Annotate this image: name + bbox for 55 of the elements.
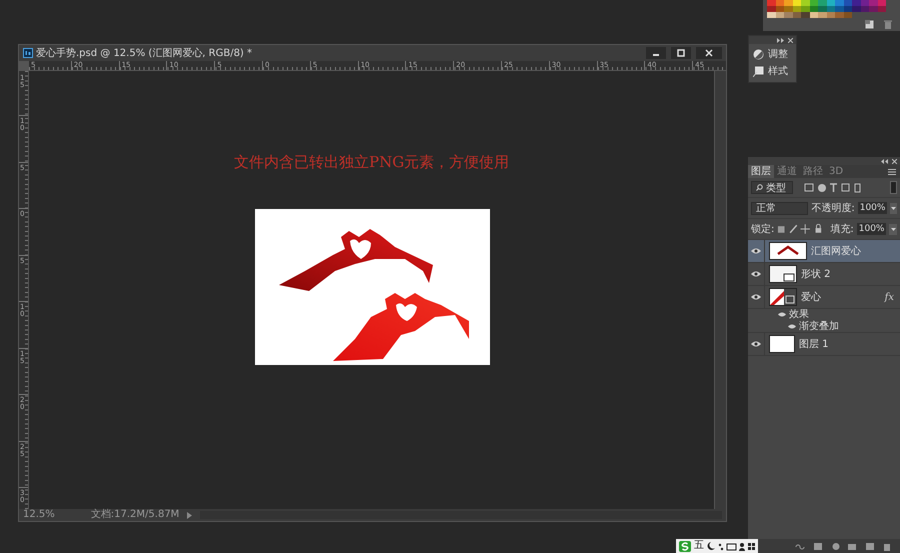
eye-icon[interactable] <box>778 312 786 317</box>
layer-thumbnail <box>769 265 797 283</box>
new-swatch-icon[interactable] <box>865 20 874 29</box>
fill-label: 填充: <box>830 222 854 236</box>
eye-icon[interactable] <box>751 341 761 347</box>
style-icon[interactable] <box>753 66 764 76</box>
eye-icon[interactable] <box>751 248 761 254</box>
layer-thumbnail <box>769 288 797 306</box>
layer-row[interactable]: 汇图网爱心 <box>748 240 900 263</box>
filter-dropdown[interactable]: 类型 <box>751 181 793 194</box>
layer-name: 爱心 <box>801 290 821 304</box>
canvas-caption: 文件内含已转出独立PNG元素，方便使用 <box>234 153 510 172</box>
swatch-grid-drawing[interactable] <box>763 0 900 31</box>
layer-name: 形状 2 <box>801 268 831 281</box>
opacity-field[interactable]: 100% <box>858 202 888 214</box>
lock-label: 锁定: <box>751 222 774 236</box>
toggle-icon[interactable] <box>890 181 897 194</box>
layer-row[interactable]: 爱心 fx <box>748 286 900 309</box>
close-icon <box>705 49 713 57</box>
minimize-button[interactable] <box>646 47 666 59</box>
effects-badge[interactable]: fx <box>884 292 894 302</box>
layer-row[interactable]: 图层 1 <box>748 333 900 356</box>
document-size: 文档:17.2M/5.87M <box>90 509 180 521</box>
panel-item-label[interactable]: 样式 <box>768 64 788 78</box>
layer-name: 图层 1 <box>799 338 829 351</box>
document-title: 爱心手势.psd @ 12.5% (汇图网爱心, RGB/8) * <box>36 46 252 60</box>
layer-row[interactable]: 形状 2 <box>748 263 900 286</box>
eye-icon[interactable] <box>751 294 761 300</box>
half-circle-icon[interactable] <box>753 48 764 60</box>
search-icon <box>756 184 763 191</box>
triangle-icon[interactable] <box>187 512 192 518</box>
ime-tools-drawing[interactable] <box>707 542 755 550</box>
blend-mode-dropdown[interactable]: 正常 <box>751 202 808 214</box>
panel-item-label[interactable]: 调整 <box>768 47 788 61</box>
fill-field[interactable]: 100% <box>856 223 886 235</box>
maximize-button[interactable] <box>671 47 691 59</box>
close-button[interactable] <box>696 47 722 59</box>
maximize-icon <box>677 49 685 57</box>
collapse-icon[interactable] <box>777 38 784 42</box>
panel-tab[interactable]: 图层 <box>748 165 774 178</box>
input-mode-label[interactable]: 五 <box>694 540 704 552</box>
eye-icon[interactable] <box>788 324 796 328</box>
ime-logo-icon[interactable] <box>679 540 691 552</box>
app-logo-icon <box>23 48 33 58</box>
close-icon[interactable] <box>788 38 793 42</box>
zoom-level: 12.5% <box>23 509 55 521</box>
opacity-label: 不透明度: <box>811 202 855 215</box>
close-icon[interactable] <box>892 158 897 164</box>
effect-label[interactable]: 效果 <box>789 309 809 320</box>
layer-name: 汇图网爱心 <box>811 244 861 258</box>
layer-thumbnail <box>769 335 795 353</box>
trash-icon[interactable] <box>884 20 892 29</box>
layer-thumbnail <box>769 242 807 260</box>
effect-label[interactable]: 渐变叠加 <box>799 320 839 332</box>
eye-icon[interactable] <box>751 271 761 277</box>
